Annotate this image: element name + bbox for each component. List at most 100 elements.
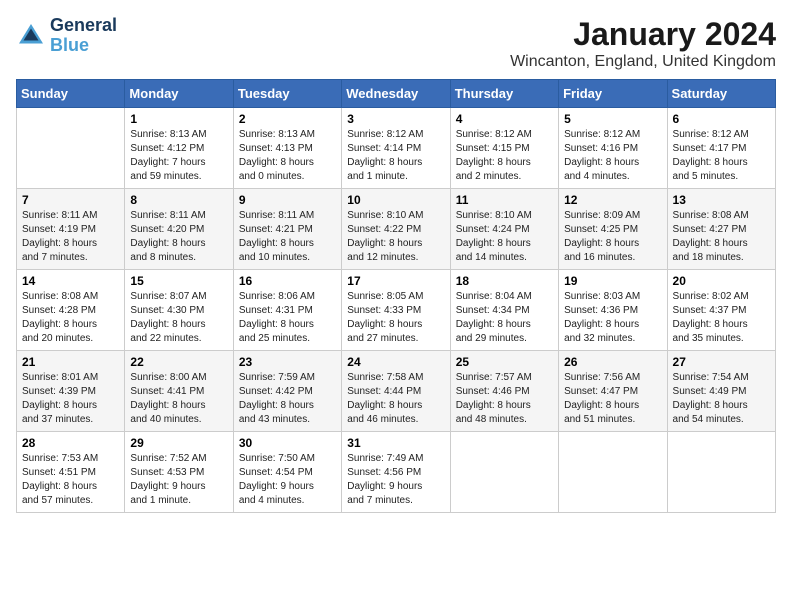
calendar-cell: 21Sunrise: 8:01 AM Sunset: 4:39 PM Dayli… (17, 351, 125, 432)
calendar-cell: 29Sunrise: 7:52 AM Sunset: 4:53 PM Dayli… (125, 432, 233, 513)
month-title: January 2024 (510, 16, 776, 53)
day-number: 31 (347, 436, 444, 450)
day-number: 8 (130, 193, 227, 207)
day-info: Sunrise: 8:05 AM Sunset: 4:33 PM Dayligh… (347, 290, 444, 346)
day-number: 29 (130, 436, 227, 450)
day-info: Sunrise: 8:13 AM Sunset: 4:13 PM Dayligh… (239, 128, 336, 184)
logo-text: General Blue (50, 16, 117, 56)
calendar-cell (559, 432, 667, 513)
day-number: 3 (347, 112, 444, 126)
logo-icon (16, 21, 46, 51)
day-info: Sunrise: 8:12 AM Sunset: 4:16 PM Dayligh… (564, 128, 661, 184)
calendar-cell: 24Sunrise: 7:58 AM Sunset: 4:44 PM Dayli… (342, 351, 450, 432)
calendar-cell: 28 Sunrise: 7:53 AM Sunset: 4:51 PM Dayli… (17, 432, 125, 513)
day-info: Sunrise: 8:01 AM Sunset: 4:39 PM Dayligh… (22, 371, 119, 427)
day-info: Sunrise: 7:57 AM Sunset: 4:46 PM Dayligh… (456, 371, 553, 427)
logo-line2: Blue (50, 35, 89, 55)
day-info: Sunrise: 8:03 AM Sunset: 4:36 PM Dayligh… (564, 290, 661, 346)
day-info: Sunrise: 8:12 AM Sunset: 4:14 PM Dayligh… (347, 128, 444, 184)
day-number: 2 (239, 112, 336, 126)
logo-line1: General (50, 16, 117, 36)
day-number: 9 (239, 193, 336, 207)
day-info: Sunrise: 8:11 AM Sunset: 4:19 PM Dayligh… (22, 209, 119, 265)
calendar-cell: 8 Sunrise: 8:11 AM Sunset: 4:20 PM Daylig… (125, 189, 233, 270)
weekday-header-friday: Friday (559, 80, 667, 108)
weekday-header-tuesday: Tuesday (233, 80, 341, 108)
day-info: Sunrise: 7:49 AM Sunset: 4:56 PM Dayligh… (347, 452, 444, 508)
calendar-cell: 1Sunrise: 8:13 AM Sunset: 4:12 PM Daylig… (125, 108, 233, 189)
calendar-cell (17, 108, 125, 189)
day-info: Sunrise: 8:12 AM Sunset: 4:17 PM Dayligh… (673, 128, 770, 184)
weekday-header-monday: Monday (125, 80, 233, 108)
day-info: Sunrise: 8:13 AM Sunset: 4:12 PM Dayligh… (130, 128, 227, 184)
day-info: Sunrise: 7:56 AM Sunset: 4:47 PM Dayligh… (564, 371, 661, 427)
day-number: 18 (456, 274, 553, 288)
calendar-cell: 23Sunrise: 7:59 AM Sunset: 4:42 PM Dayli… (233, 351, 341, 432)
day-number: 10 (347, 193, 444, 207)
weekday-header-wednesday: Wednesday (342, 80, 450, 108)
calendar-cell: 16 Sunrise: 8:06 AM Sunset: 4:31 PM Dayli… (233, 270, 341, 351)
calendar-cell: 18 Sunrise: 8:04 AM Sunset: 4:34 PM Dayli… (450, 270, 558, 351)
day-number: 11 (456, 193, 553, 207)
day-number: 16 (239, 274, 336, 288)
calendar-cell: 17 Sunrise: 8:05 AM Sunset: 4:33 PM Dayli… (342, 270, 450, 351)
day-info: Sunrise: 8:12 AM Sunset: 4:15 PM Dayligh… (456, 128, 553, 184)
week-row-1: 1Sunrise: 8:13 AM Sunset: 4:12 PM Daylig… (17, 108, 776, 189)
calendar-cell: 26 Sunrise: 7:56 AM Sunset: 4:47 PM Dayli… (559, 351, 667, 432)
week-row-2: 7 Sunrise: 8:11 AM Sunset: 4:19 PM Daylig… (17, 189, 776, 270)
title-block: January 2024 Wincanton, England, United … (510, 16, 776, 71)
day-number: 17 (347, 274, 444, 288)
calendar-cell: 12 Sunrise: 8:09 AM Sunset: 4:25 PM Dayli… (559, 189, 667, 270)
day-number: 15 (130, 274, 227, 288)
day-info: Sunrise: 8:09 AM Sunset: 4:25 PM Dayligh… (564, 209, 661, 265)
day-number: 26 (564, 355, 661, 369)
day-info: Sunrise: 8:08 AM Sunset: 4:27 PM Dayligh… (673, 209, 770, 265)
logo: General Blue (16, 16, 117, 56)
day-info: Sunrise: 8:11 AM Sunset: 4:21 PM Dayligh… (239, 209, 336, 265)
day-info: Sunrise: 8:08 AM Sunset: 4:28 PM Dayligh… (22, 290, 119, 346)
weekday-header-sunday: Sunday (17, 80, 125, 108)
calendar-cell: 31 Sunrise: 7:49 AM Sunset: 4:56 PM Dayli… (342, 432, 450, 513)
day-number: 14 (22, 274, 119, 288)
calendar-cell: 6 Sunrise: 8:12 AM Sunset: 4:17 PM Daylig… (667, 108, 775, 189)
day-number: 27 (673, 355, 770, 369)
weekday-header-thursday: Thursday (450, 80, 558, 108)
day-info: Sunrise: 8:04 AM Sunset: 4:34 PM Dayligh… (456, 290, 553, 346)
day-info: Sunrise: 8:11 AM Sunset: 4:20 PM Dayligh… (130, 209, 227, 265)
day-number: 22 (130, 355, 227, 369)
calendar-cell: 15 Sunrise: 8:07 AM Sunset: 4:30 PM Dayli… (125, 270, 233, 351)
day-info: Sunrise: 8:10 AM Sunset: 4:22 PM Dayligh… (347, 209, 444, 265)
day-info: Sunrise: 8:02 AM Sunset: 4:37 PM Dayligh… (673, 290, 770, 346)
calendar-cell: 13Sunrise: 8:08 AM Sunset: 4:27 PM Dayli… (667, 189, 775, 270)
calendar-cell: 27 Sunrise: 7:54 AM Sunset: 4:49 PM Dayli… (667, 351, 775, 432)
page-header: General Blue January 2024 Wincanton, Eng… (16, 16, 776, 71)
location: Wincanton, England, United Kingdom (510, 53, 776, 71)
week-row-4: 21Sunrise: 8:01 AM Sunset: 4:39 PM Dayli… (17, 351, 776, 432)
week-row-5: 28 Sunrise: 7:53 AM Sunset: 4:51 PM Dayli… (17, 432, 776, 513)
weekday-header-row: SundayMondayTuesdayWednesdayThursdayFrid… (17, 80, 776, 108)
day-number: 6 (673, 112, 770, 126)
day-info: Sunrise: 8:10 AM Sunset: 4:24 PM Dayligh… (456, 209, 553, 265)
calendar-cell: 14 Sunrise: 8:08 AM Sunset: 4:28 PM Dayli… (17, 270, 125, 351)
calendar-cell: 22Sunrise: 8:00 AM Sunset: 4:41 PM Dayli… (125, 351, 233, 432)
calendar-cell: 3 Sunrise: 8:12 AM Sunset: 4:14 PM Daylig… (342, 108, 450, 189)
calendar-cell: 4 Sunrise: 8:12 AM Sunset: 4:15 PM Daylig… (450, 108, 558, 189)
calendar-cell: 11 Sunrise: 8:10 AM Sunset: 4:24 PM Dayli… (450, 189, 558, 270)
calendar-cell: 7 Sunrise: 8:11 AM Sunset: 4:19 PM Daylig… (17, 189, 125, 270)
day-info: Sunrise: 8:07 AM Sunset: 4:30 PM Dayligh… (130, 290, 227, 346)
weekday-header-saturday: Saturday (667, 80, 775, 108)
day-number: 4 (456, 112, 553, 126)
day-number: 19 (564, 274, 661, 288)
day-info: Sunrise: 7:58 AM Sunset: 4:44 PM Dayligh… (347, 371, 444, 427)
calendar-table: SundayMondayTuesdayWednesdayThursdayFrid… (16, 79, 776, 513)
day-number: 7 (22, 193, 119, 207)
day-number: 12 (564, 193, 661, 207)
day-number: 28 (22, 436, 119, 450)
day-number: 5 (564, 112, 661, 126)
day-info: Sunrise: 7:54 AM Sunset: 4:49 PM Dayligh… (673, 371, 770, 427)
calendar-cell (667, 432, 775, 513)
day-info: Sunrise: 7:53 AM Sunset: 4:51 PM Dayligh… (22, 452, 119, 508)
calendar-cell (450, 432, 558, 513)
day-info: Sunrise: 8:06 AM Sunset: 4:31 PM Dayligh… (239, 290, 336, 346)
calendar-cell: 20Sunrise: 8:02 AM Sunset: 4:37 PM Dayli… (667, 270, 775, 351)
